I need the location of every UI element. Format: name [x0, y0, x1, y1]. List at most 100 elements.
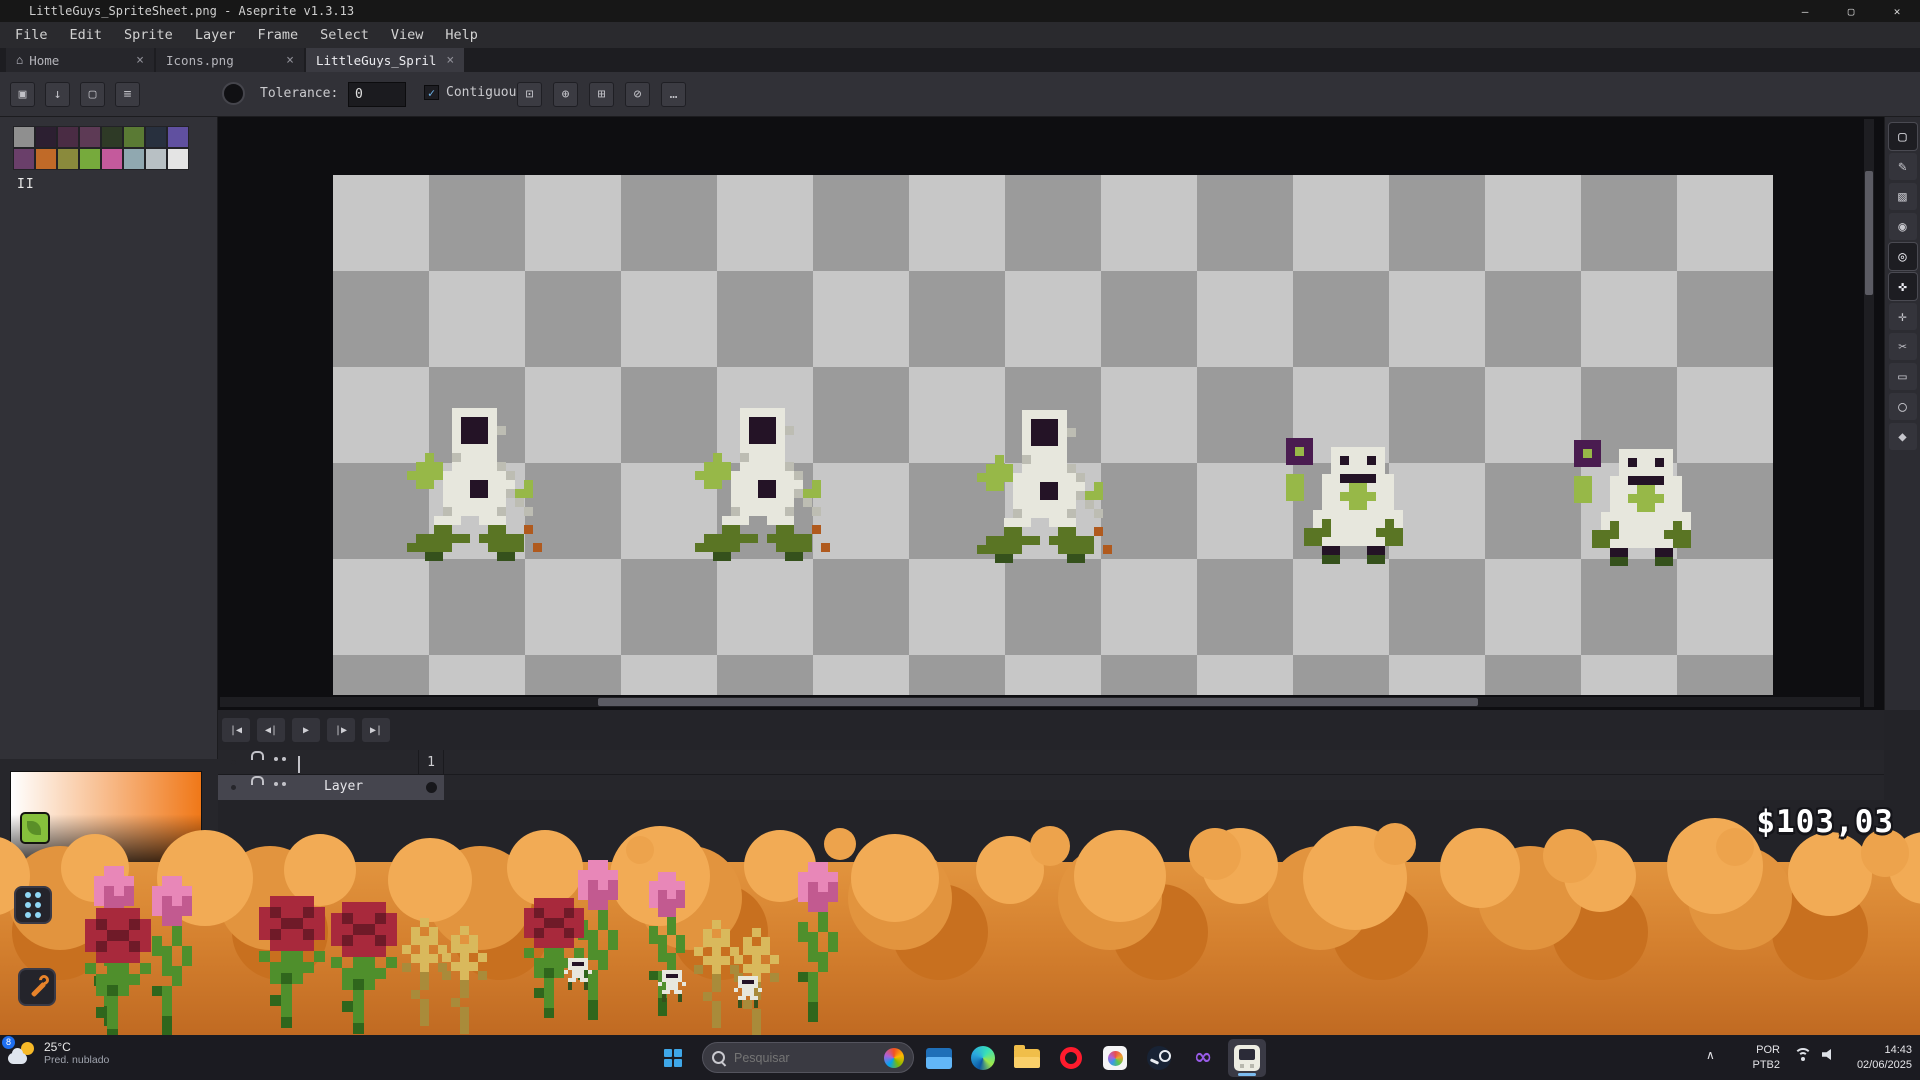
next-frame-button[interactable]: |▶ — [327, 718, 355, 742]
menu-file[interactable]: File — [4, 22, 59, 48]
grid-snap-button[interactable]: ⊞ — [589, 82, 614, 107]
wifi-icon[interactable] — [1794, 1048, 1812, 1061]
symmetry-button[interactable]: ⊘ — [625, 82, 650, 107]
search-input[interactable] — [734, 1051, 864, 1065]
horizontal-scrollbar-thumb[interactable] — [598, 698, 1478, 706]
copilot-icon[interactable] — [884, 1048, 904, 1068]
tab-icons-png[interactable]: Icons.png× — [156, 48, 304, 72]
contiguous-checkbox[interactable]: ✓ — [424, 85, 439, 100]
palette-sort-button[interactable]: ▣ — [10, 82, 35, 107]
palette-swatch[interactable] — [167, 126, 189, 148]
rectangle-tool[interactable]: ▭ — [1889, 363, 1917, 390]
palette-swatch[interactable] — [13, 148, 35, 170]
foreground-color-swatch[interactable] — [20, 812, 50, 844]
palette-swatch[interactable] — [13, 126, 35, 148]
taskbar-app-steam[interactable] — [1140, 1039, 1178, 1077]
menu-view[interactable]: View — [380, 22, 435, 48]
palette-swatch[interactable] — [79, 148, 101, 170]
minimize-button[interactable]: – — [1782, 0, 1828, 22]
frame-number-header[interactable]: 1 — [418, 750, 444, 775]
palette-swatch[interactable] — [101, 126, 123, 148]
palette-presets-button[interactable]: ↓ — [45, 82, 70, 107]
palette-size-button[interactable]: ▢ — [80, 82, 105, 107]
taskbar-app-visual-studio[interactable]: ∞ — [1184, 1039, 1222, 1077]
onion-skin-icon[interactable] — [298, 756, 300, 773]
layer-row[interactable]: Layer — [218, 775, 1884, 800]
color-palette — [13, 126, 189, 170]
play-button[interactable]: ▶ — [292, 718, 320, 742]
palette-swatch[interactable] — [57, 126, 79, 148]
menu-sprite[interactable]: Sprite — [113, 22, 184, 48]
tab-home[interactable]: ⌂Home× — [6, 48, 154, 72]
menu-layer[interactable]: Layer — [184, 22, 247, 48]
pencil-tool[interactable]: ✎ — [1889, 153, 1917, 180]
tolerance-input[interactable] — [348, 82, 406, 107]
first-frame-button[interactable]: |◀ — [222, 718, 250, 742]
tab-close-icon[interactable]: × — [436, 53, 454, 68]
eyedropper-tool[interactable]: ◉ — [1889, 213, 1917, 240]
close-button[interactable]: ✕ — [1874, 0, 1920, 22]
move-tool[interactable]: ✜ — [1889, 273, 1917, 300]
ellipse-tool[interactable]: ◯ — [1889, 393, 1917, 420]
palette-swatch[interactable] — [145, 148, 167, 170]
hand-tool[interactable]: ✛ — [1889, 303, 1917, 330]
weather-temperature: 25°C — [44, 1040, 109, 1054]
menu-edit[interactable]: Edit — [59, 22, 114, 48]
taskbar-search[interactable] — [702, 1042, 914, 1073]
palette-swatch[interactable] — [101, 148, 123, 170]
taskbar-app-file-explorer[interactable] — [920, 1039, 958, 1077]
palette-swatch[interactable] — [167, 148, 189, 170]
spray-tool[interactable]: ▧ — [1889, 183, 1917, 210]
game-settings-button[interactable] — [18, 968, 56, 1006]
home-icon: ⌂ — [16, 53, 23, 67]
contiguous-label: Contiguous — [446, 85, 524, 100]
palette-swatch[interactable] — [35, 148, 57, 170]
tray-chevron-icon[interactable]: ∧ — [1706, 1048, 1715, 1062]
prev-frame-button[interactable]: ◀| — [257, 718, 285, 742]
weather-widget[interactable]: 8 25°C Pred. nublado — [8, 1040, 109, 1066]
rectangular-marquee-tool[interactable]: ▢ — [1889, 123, 1917, 150]
menu-select[interactable]: Select — [309, 22, 380, 48]
window-title: LittleGuys_SpriteSheet.png - Aseprite v1… — [29, 4, 354, 18]
palette-swatch[interactable] — [79, 126, 101, 148]
gradient-tool[interactable]: ◆ — [1889, 423, 1917, 450]
last-frame-button[interactable]: ▶| — [362, 718, 390, 742]
taskbar-app-opera[interactable] — [1052, 1039, 1090, 1077]
palette-menu-button[interactable]: ≡ — [115, 82, 140, 107]
stamp-button[interactable]: ⊕ — [553, 82, 578, 107]
menu-help[interactable]: Help — [434, 22, 489, 48]
taskbar-app-photos[interactable] — [1096, 1039, 1134, 1077]
start-button[interactable] — [652, 1041, 694, 1075]
tab-close-icon[interactable]: × — [126, 53, 144, 68]
slice-tool[interactable]: ✂ — [1889, 333, 1917, 360]
palette-option-buttons: ▣ ↓ ▢ ≡ — [10, 82, 140, 107]
taskbar-app-folder[interactable] — [1008, 1039, 1046, 1077]
canvas-horizontal-scrollbar[interactable] — [220, 697, 1860, 707]
taskbar-clock[interactable]: 14:43 02/06/2025 — [1846, 1043, 1912, 1073]
tab-littleguys-spril[interactable]: LittleGuys_Spril× — [306, 48, 464, 72]
cel-indicator[interactable] — [426, 782, 437, 793]
taskbar-app-aseprite[interactable] — [1228, 1039, 1266, 1077]
taskbar-app-edge[interactable] — [964, 1039, 1002, 1077]
hue-slider[interactable] — [58, 893, 176, 905]
pixel-perfect-button[interactable]: ⊡ — [517, 82, 542, 107]
more-options-button[interactable]: … — [661, 82, 686, 107]
menu-frame[interactable]: Frame — [246, 22, 309, 48]
maximize-button[interactable]: ▢ — [1828, 0, 1874, 22]
vertical-scrollbar-thumb[interactable] — [1865, 171, 1873, 295]
palette-swatch[interactable] — [57, 148, 79, 170]
tool-option-buttons: ⊡ ⊕ ⊞ ⊘ … — [517, 82, 686, 107]
canvas-vertical-scrollbar[interactable] — [1864, 119, 1874, 707]
brush-preview-icon[interactable] — [222, 82, 245, 105]
tab-close-icon[interactable]: × — [276, 53, 294, 68]
palette-swatch[interactable] — [35, 126, 57, 148]
layer-name[interactable]: Layer — [324, 779, 363, 794]
contiguous-option[interactable]: ✓ Contiguous — [424, 85, 524, 100]
language-indicator[interactable]: POR PTB2 — [1732, 1043, 1780, 1073]
palette-swatch[interactable] — [123, 126, 145, 148]
zoom-tool[interactable]: ◎ — [1889, 243, 1917, 270]
game-pause-button[interactable] — [14, 886, 52, 924]
palette-swatch[interactable] — [123, 148, 145, 170]
canvas[interactable] — [218, 117, 1884, 710]
palette-swatch[interactable] — [145, 126, 167, 148]
